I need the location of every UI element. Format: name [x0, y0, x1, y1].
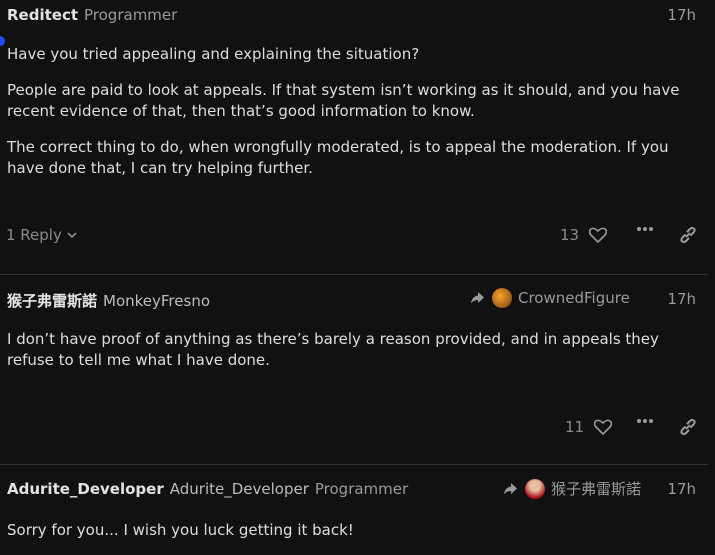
display-name[interactable]: MonkeyFresno — [103, 292, 210, 310]
post-time[interactable]: 17h — [667, 6, 696, 24]
post-header: Adurite_Developer Adurite_Developer Progra… — [7, 480, 408, 498]
reply-arrow-icon — [503, 482, 519, 496]
username[interactable]: Adurite_Developer — [7, 480, 164, 498]
unread-indicator — [0, 36, 5, 46]
post-actions: 11 — [565, 418, 613, 436]
username[interactable]: 猴子弗雷斯諾 — [7, 292, 97, 310]
replies-toggle[interactable]: 1 Reply — [6, 226, 78, 244]
copy-link-button[interactable] — [679, 418, 697, 436]
user-title: Programmer — [314, 480, 409, 498]
post-time[interactable]: 17h — [667, 480, 696, 498]
avatar — [525, 478, 545, 499]
like-count[interactable]: 11 — [565, 418, 584, 436]
username[interactable]: Reditect — [7, 6, 78, 24]
post-paragraph: The correct thing to do, when wrongfully… — [7, 138, 669, 177]
user-title: Programmer — [84, 6, 178, 24]
link-icon — [679, 418, 697, 436]
replies-count-label: 1 Reply — [6, 226, 62, 244]
reply-to-link[interactable]: CrownedFigure — [470, 288, 630, 308]
heart-icon[interactable] — [589, 227, 608, 243]
reply-to-username: 猴子弗雷斯諾 — [551, 480, 642, 498]
post-paragraph: Sorry for you... I wish you luck getting… — [7, 521, 354, 539]
post-paragraph: I don’t have proof of anything as there’… — [7, 330, 659, 369]
reply-to-username: CrownedFigure — [518, 289, 630, 307]
chevron-down-icon — [66, 229, 78, 241]
post-divider — [0, 274, 708, 275]
post-paragraph: People are paid to look at appeals. If t… — [7, 81, 680, 120]
copy-link-button[interactable] — [679, 226, 697, 244]
reply-arrow-icon — [470, 291, 486, 305]
display-name[interactable]: Adurite_Developer — [170, 480, 309, 498]
post-header: Reditect Programmer — [7, 6, 177, 24]
more-options-button[interactable] — [636, 418, 654, 424]
link-icon — [679, 226, 697, 244]
avatar — [492, 288, 512, 308]
like-count[interactable]: 13 — [560, 226, 579, 244]
post-time[interactable]: 17h — [667, 290, 696, 308]
post-paragraph: Have you tried appealing and explaining … — [7, 45, 420, 63]
ellipsis-icon — [636, 226, 654, 232]
more-options-button[interactable] — [636, 226, 654, 232]
heart-icon[interactable] — [594, 419, 613, 435]
post-divider — [0, 464, 708, 465]
reply-to-link[interactable]: 猴子弗雷斯諾 — [503, 478, 641, 499]
post-header: 猴子弗雷斯諾 MonkeyFresno — [7, 290, 210, 311]
ellipsis-icon — [636, 418, 654, 424]
post-actions: 13 — [560, 226, 608, 244]
